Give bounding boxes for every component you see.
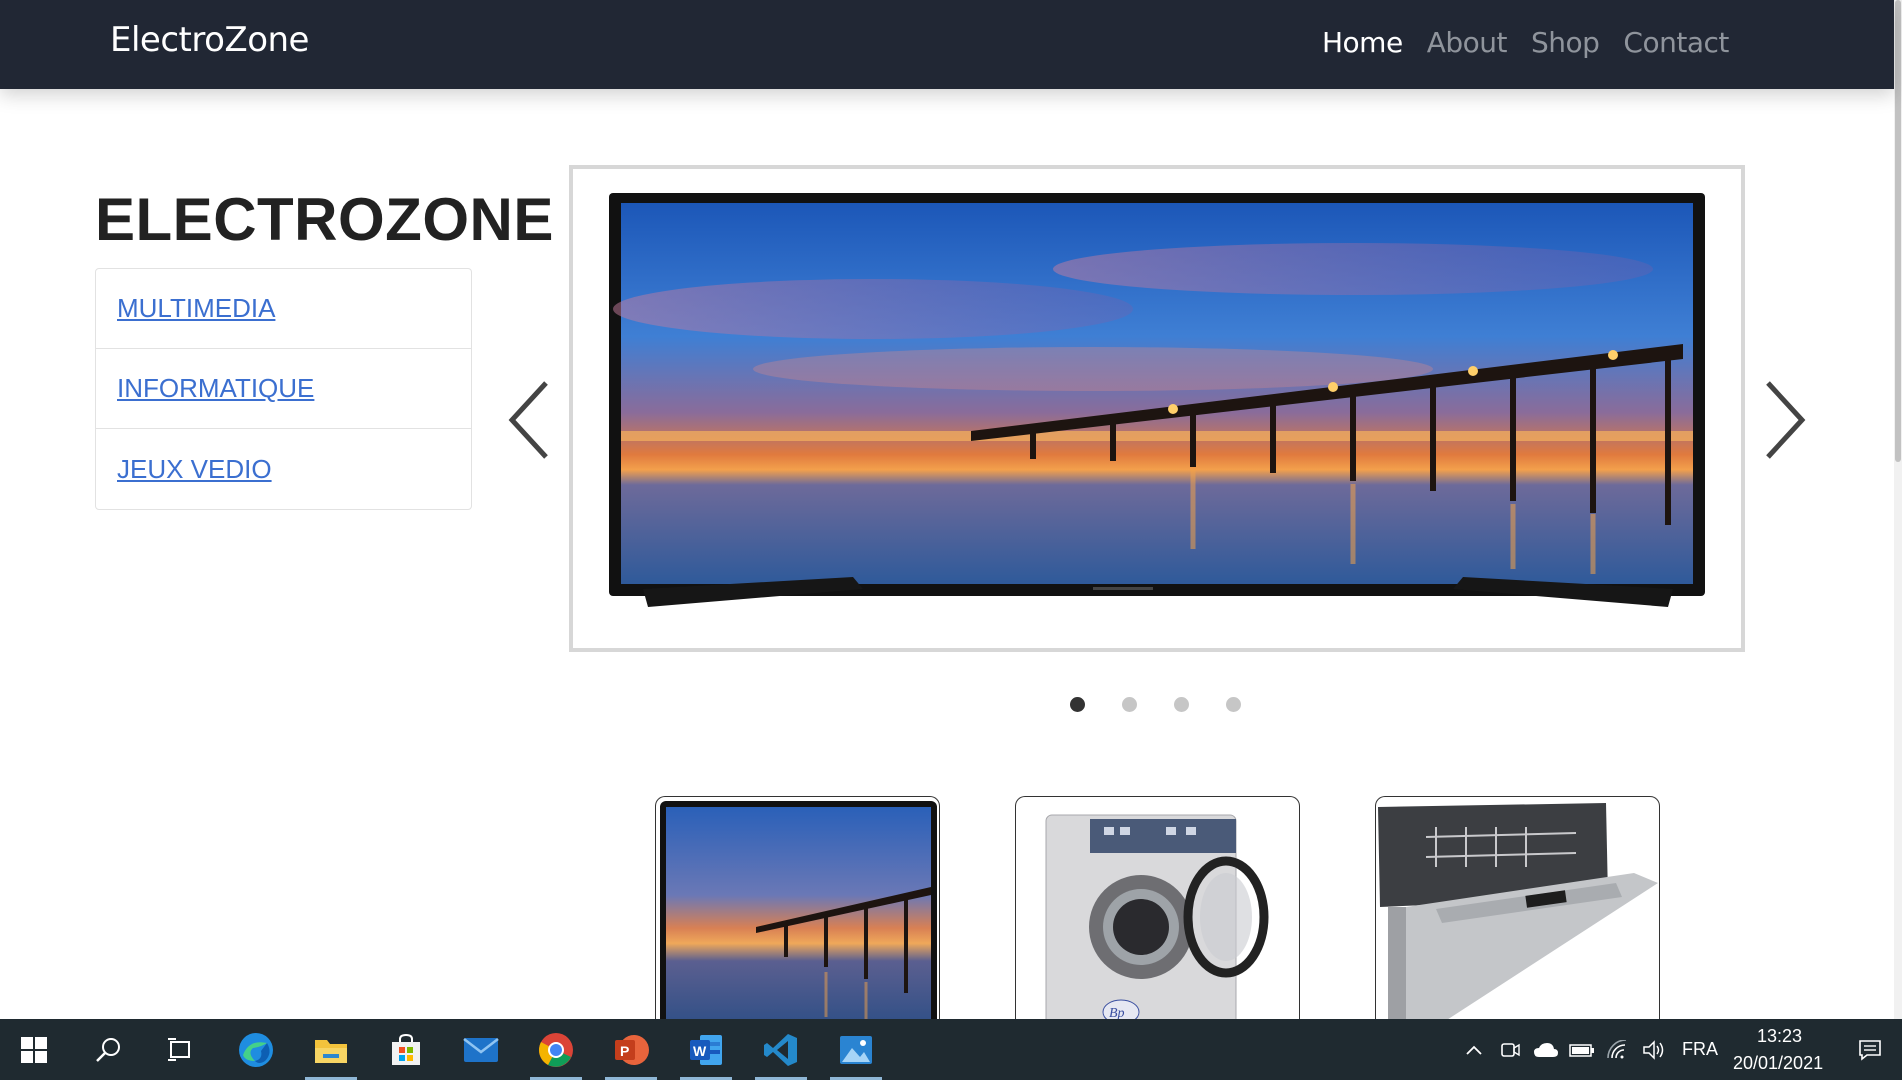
svg-text:P: P [620, 1043, 629, 1059]
carousel-slide [569, 165, 1745, 652]
taskbar-file-explorer[interactable] [299, 1019, 363, 1080]
task-view-icon [168, 1037, 190, 1061]
windows-logo-icon [21, 1036, 47, 1063]
clock-date[interactable]: 20/01/2021 [1733, 1053, 1823, 1074]
action-center-button[interactable] [1848, 1019, 1892, 1080]
tray-network[interactable] [1600, 1019, 1636, 1080]
carousel-dot-2[interactable] [1122, 697, 1137, 712]
product-card-laptop[interactable] [655, 796, 940, 1026]
chevron-up-icon [1466, 1045, 1482, 1055]
page-scrollbar[interactable] [1894, 0, 1902, 1019]
carousel-dot-3[interactable] [1174, 697, 1189, 712]
search-icon [96, 1037, 120, 1062]
edge-icon [239, 1032, 273, 1067]
nav-links: Home About Shop Contact [1322, 26, 1729, 59]
nav-link-shop[interactable]: Shop [1531, 26, 1600, 59]
mail-icon [463, 1037, 499, 1062]
folder-icon [315, 1039, 347, 1063]
carousel-dot-1[interactable] [1070, 697, 1085, 712]
list-item: JEUX VEDIO [96, 429, 471, 509]
taskbar-search-button[interactable] [76, 1019, 140, 1080]
task-view-button[interactable] [148, 1019, 212, 1080]
tray-volume[interactable] [1636, 1019, 1672, 1080]
product-card-dishwasher[interactable] [1375, 796, 1660, 1026]
carousel-dot-4[interactable] [1226, 697, 1241, 712]
word-icon: W [690, 1034, 722, 1065]
wifi-icon [1607, 1039, 1627, 1058]
nav-link-about[interactable]: About [1427, 26, 1508, 59]
taskbar-mail[interactable] [449, 1019, 513, 1080]
chrome-icon [539, 1032, 573, 1067]
taskbar-edge[interactable] [224, 1019, 288, 1080]
meet-now-icon [1501, 1042, 1520, 1057]
photos-icon [840, 1035, 872, 1064]
svg-text:W: W [693, 1043, 707, 1059]
tray-onedrive[interactable] [1528, 1019, 1564, 1080]
list-item: INFORMATIQUE [96, 349, 471, 429]
tv-pier-sunset-image [609, 193, 1705, 607]
chevron-left-icon [508, 381, 548, 459]
taskbar-vscode[interactable] [749, 1019, 813, 1080]
windows-taskbar: P W FRA 13:23 20/01/2021 [0, 1019, 1902, 1080]
brand-logo[interactable]: ElectroZone [110, 20, 309, 60]
taskbar-microsoft-store[interactable] [374, 1019, 438, 1080]
taskbar-chrome[interactable] [524, 1019, 588, 1080]
show-hidden-icons-button[interactable] [1456, 1019, 1492, 1080]
product-card-washing-machine[interactable]: Bp [1015, 796, 1300, 1026]
dishwasher-image [1378, 803, 1658, 1026]
navbar: ElectroZone Home About Shop Contact [0, 0, 1894, 89]
taskbar-word[interactable]: W [674, 1019, 738, 1080]
category-link-multimedia[interactable]: MULTIMEDIA [117, 293, 275, 324]
laptop-image [660, 801, 937, 1026]
category-list: MULTIMEDIA INFORMATIQUE JEUX VEDIO [95, 268, 472, 510]
washing-machine-image: Bp [1045, 814, 1269, 1026]
battery-icon [1569, 1043, 1594, 1057]
taskbar-powerpoint[interactable]: P [599, 1019, 663, 1080]
powerpoint-icon: P [615, 1034, 649, 1065]
notification-icon [1859, 1039, 1881, 1061]
store-bag-icon [392, 1033, 420, 1065]
carousel-next-button[interactable] [1752, 375, 1812, 465]
chevron-right-icon [1766, 381, 1806, 459]
vscode-icon [764, 1033, 797, 1066]
carousel-prev-button[interactable] [502, 375, 562, 465]
speaker-icon [1643, 1039, 1664, 1060]
carousel-indicators [1070, 697, 1241, 712]
list-item: MULTIMEDIA [96, 269, 471, 349]
nav-link-contact[interactable]: Contact [1623, 26, 1729, 59]
input-language[interactable]: FRA [1682, 1039, 1718, 1060]
nav-link-home[interactable]: Home [1322, 26, 1403, 59]
category-link-informatique[interactable]: INFORMATIQUE [117, 373, 314, 404]
clock-time[interactable]: 13:23 [1757, 1026, 1802, 1047]
scrollbar-thumb[interactable] [1895, 0, 1901, 462]
taskbar-photos[interactable] [824, 1019, 888, 1080]
tray-battery[interactable] [1564, 1019, 1600, 1080]
category-link-jeux-vedio[interactable]: JEUX VEDIO [117, 454, 272, 485]
cloud-icon [1534, 1042, 1558, 1057]
tray-meet-now[interactable] [1492, 1019, 1528, 1080]
page-title: ELECTROZONE [95, 186, 554, 253]
windows-start-button[interactable] [2, 1019, 66, 1080]
